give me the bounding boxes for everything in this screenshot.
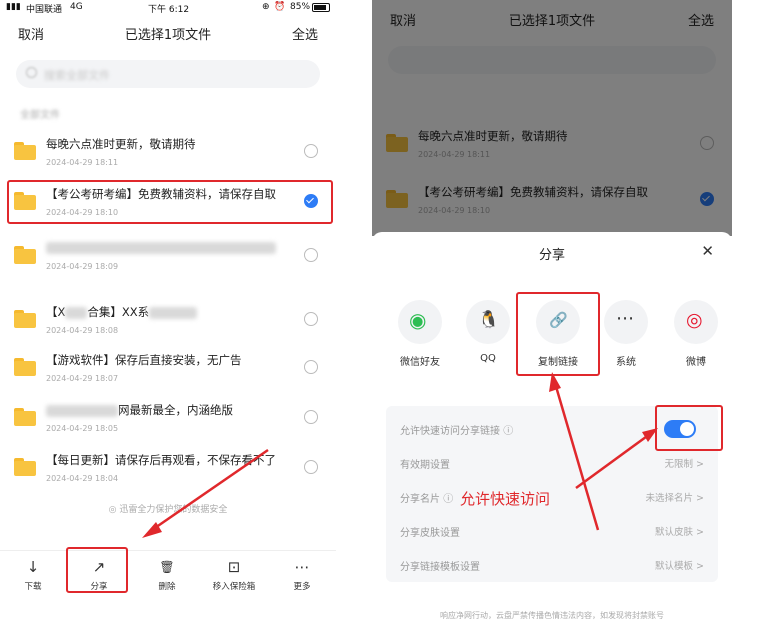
left-screen: ▮▮▮ 中国联通 4G 下午 6:12 ⊕ ⏰ 85% 取消 已选择1项文件 全… <box>0 0 336 632</box>
annotation-arrow-left <box>142 448 269 538</box>
right-screen: 取消 已选择1项文件 全选 每晚六点准时更新，敬请期待 2024-04-29 1… <box>372 0 732 632</box>
annotation-arrows-right <box>549 372 658 531</box>
